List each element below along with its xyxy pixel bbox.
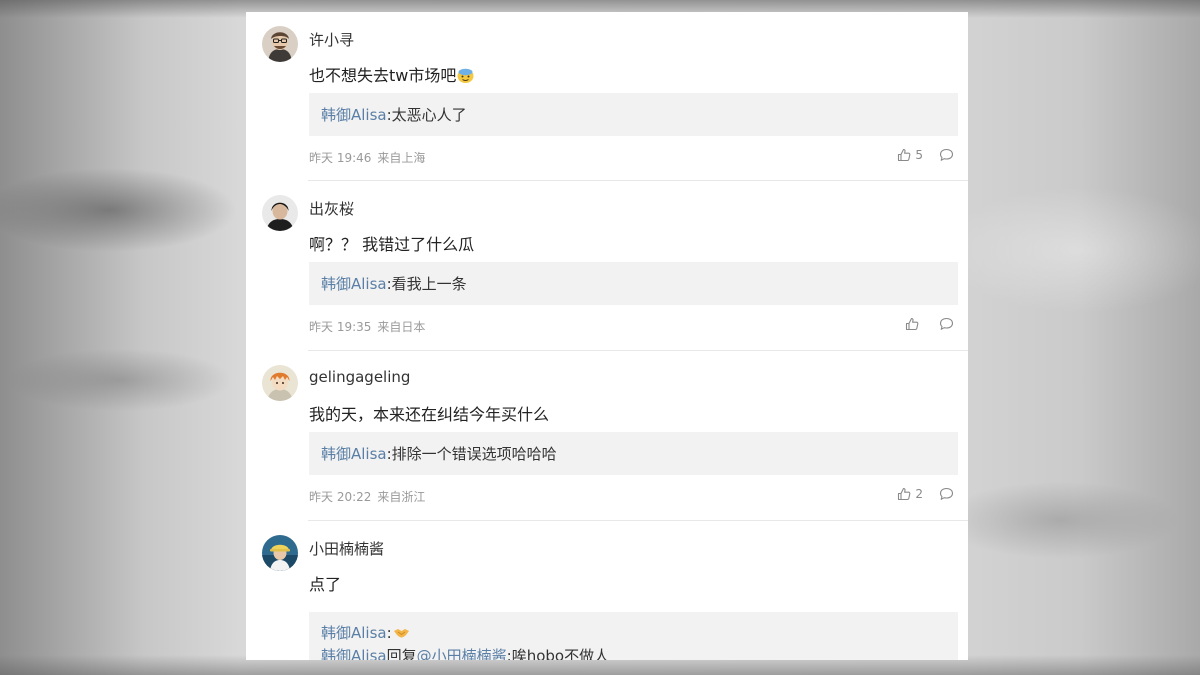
reply-keyword: 回复	[386, 647, 417, 660]
reply-author-link[interactable]: 韩御Alisa	[321, 624, 387, 642]
reply-separator: :	[386, 624, 392, 642]
thumbs-up-icon	[905, 317, 919, 331]
comment-bubble-icon[interactable]	[939, 317, 954, 331]
reply-box[interactable]: 韩御Alisa:看我上一条	[309, 262, 958, 305]
reply-item: 韩御Alisa:	[321, 622, 410, 643]
comment-list: 许小寻 也不想失去tw市场吧 韩御Alisa:太恶心人了 昨天 19:46 来自上…	[246, 12, 968, 660]
face-with-sweat-emoji	[457, 68, 474, 83]
comment-text: 我的天，本来还在纠结今年买什么	[309, 405, 550, 424]
comment-location: 来自日本	[377, 320, 426, 334]
comment-text: 啊？？ 我错过了什么瓜	[309, 235, 475, 254]
like-count: 5	[915, 148, 923, 162]
reply-box[interactable]: 韩御Alisa:排除一个错误选项哈哈哈	[309, 432, 958, 475]
comment-bubble-icon[interactable]	[939, 148, 954, 162]
avatar[interactable]	[262, 535, 298, 571]
like-button[interactable]	[891, 317, 923, 331]
avatar[interactable]	[262, 365, 298, 401]
reply-author-link[interactable]: 韩御Alisa	[321, 106, 387, 124]
like-button[interactable]: 5	[891, 148, 923, 162]
reply-text: 看我上一条	[391, 275, 467, 293]
comment-username[interactable]: 小田楠楠酱	[309, 538, 384, 559]
reply-text: 太恶心人了	[391, 106, 467, 124]
comment-username[interactable]: 许小寻	[309, 29, 354, 50]
reply-box[interactable]: 韩御Alisa:太恶心人了	[309, 93, 958, 136]
comment-actions	[891, 315, 954, 333]
comment-time: 昨天 19:46	[309, 151, 372, 165]
reply-item: 韩御Alisa:看我上一条	[321, 273, 467, 294]
like-count: 2	[915, 487, 923, 501]
reply-text: 唉hobo不做人	[511, 647, 610, 660]
comment-location: 来自浙江	[377, 490, 426, 504]
comment-item: 许小寻 也不想失去tw市场吧 韩御Alisa:太恶心人了 昨天 19:46 来自上…	[246, 12, 968, 180]
comment-item: gelingageling 我的天，本来还在纠结今年买什么 韩御Alisa:排除…	[246, 351, 968, 520]
reply-item: 韩御Alisa:太恶心人了	[321, 104, 467, 125]
reply-text: 排除一个错误选项哈哈哈	[391, 445, 557, 463]
comment-item: 出灰桜 啊？？ 我错过了什么瓜 韩御Alisa:看我上一条 昨天 19:35 来自…	[246, 181, 968, 350]
comment-time: 昨天 20:22	[309, 490, 372, 504]
thumbs-up-icon	[897, 487, 911, 501]
avatar[interactable]	[262, 26, 298, 62]
thumbs-up-icon	[897, 148, 911, 162]
comment-time: 昨天 19:35	[309, 320, 372, 334]
reply-item: 韩御Alisa回复@小田楠楠酱:唉hobo不做人	[321, 645, 609, 660]
handshake-emoji	[393, 625, 410, 640]
comment-actions: 5	[891, 146, 954, 164]
avatar[interactable]	[262, 195, 298, 231]
comment-meta: 昨天 20:22 来自浙江	[309, 488, 425, 505]
comment-bubble-icon[interactable]	[939, 487, 954, 501]
comment-username[interactable]: gelingageling	[309, 368, 410, 386]
comment-actions: 2	[891, 485, 954, 503]
like-button[interactable]: 2	[891, 487, 923, 501]
reply-item: 韩御Alisa:排除一个错误选项哈哈哈	[321, 443, 557, 464]
mention-link[interactable]: @小田楠楠酱	[417, 647, 507, 660]
comment-username[interactable]: 出灰桜	[309, 198, 354, 219]
reply-box[interactable]: 韩御Alisa: 韩御Alisa回复@小田楠楠酱:唉hobo不做人	[309, 612, 958, 660]
comment-text: 也不想失去tw市场吧	[309, 62, 474, 86]
reply-author-link[interactable]: 韩御Alisa	[321, 445, 387, 463]
comment-meta: 昨天 19:35 来自日本	[309, 318, 425, 335]
comment-meta: 昨天 19:46 来自上海	[309, 149, 425, 166]
reply-author-link[interactable]: 韩御Alisa	[321, 647, 387, 660]
reply-author-link[interactable]: 韩御Alisa	[321, 275, 387, 293]
comment-item: 小田楠楠酱 点了 韩御Alisa: 韩御Alisa回复@小田楠楠酱:唉hobo不…	[246, 521, 968, 660]
comment-text: 点了	[309, 575, 342, 594]
comment-location: 来自上海	[377, 151, 426, 165]
comment-text-content: 也不想失去tw市场吧	[309, 66, 457, 85]
